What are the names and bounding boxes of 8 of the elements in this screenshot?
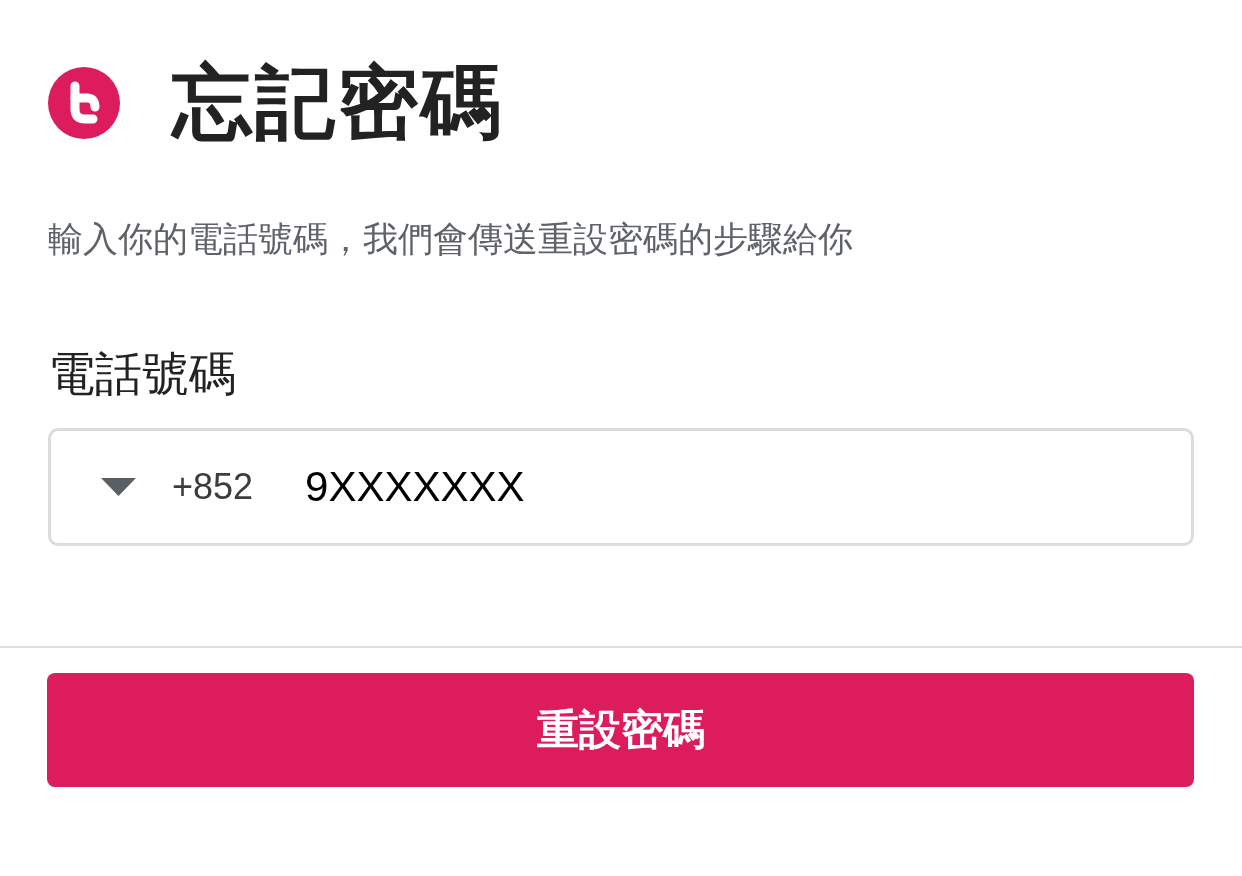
phone-input-field[interactable]: +852 9XXXXXXX: [48, 427, 1194, 546]
caret-icon[interactable]: [101, 477, 136, 496]
reset-password-button[interactable]: 重設密碼: [47, 672, 1194, 787]
logo-icon: [48, 67, 120, 139]
page-title: 忘記密碼: [172, 59, 504, 147]
country-code[interactable]: +852: [172, 459, 254, 514]
field-label: 電話號碼: [48, 345, 237, 402]
instruction-text: 輸入你的電話號碼，我們會傳送重設密碼的步驟給你: [48, 218, 854, 260]
